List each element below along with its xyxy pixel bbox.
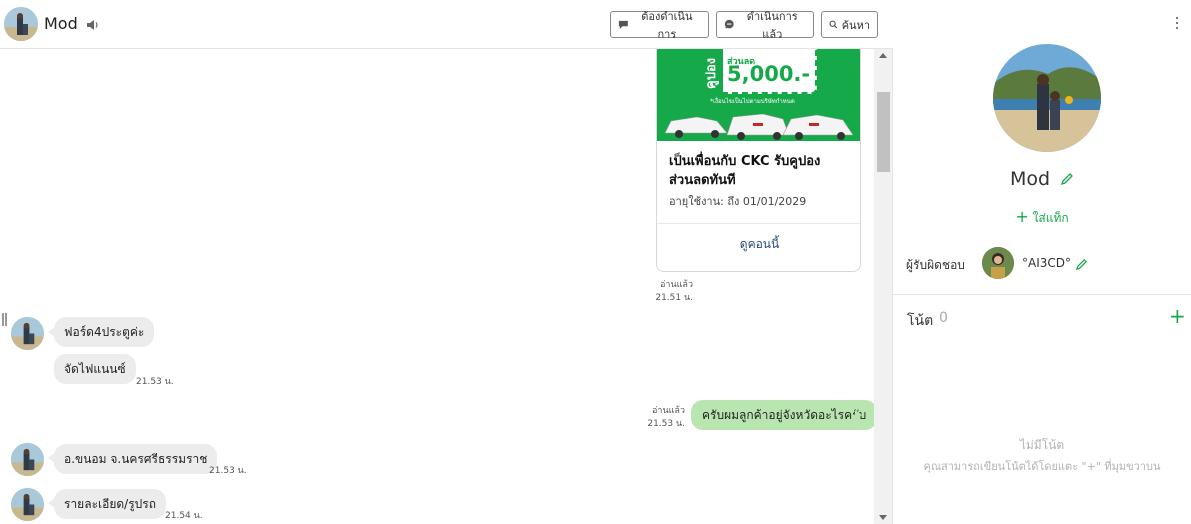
message-time: 21.54 น. (165, 511, 203, 521)
kebab-icon[interactable] (1175, 17, 1179, 31)
cars-illustration (664, 113, 854, 140)
notes-count: 0 (939, 310, 948, 326)
done-button[interactable]: ดำเนินการแล้ว (716, 10, 814, 41)
pencil-icon[interactable] (1060, 169, 1074, 191)
message-bubble-incoming[interactable]: จัดไฟแนนซ์ (54, 354, 136, 384)
coupon-amount: 5,000.- (727, 62, 811, 86)
contact-avatar[interactable] (4, 7, 38, 41)
plus-icon: + (1015, 207, 1029, 226)
add-tag-button[interactable]: + ใส่แท็ก (893, 207, 1191, 228)
message-bubble-outgoing[interactable]: ครับผมลูกค้าอยู่จังหวัดอะไรครับ (691, 400, 874, 430)
chat-app: Mod ต้องดำเนินการ ดำเนินการแล้ว ค้นหา คู… (0, 0, 1191, 524)
message-time: 21.53 น. (136, 377, 174, 387)
todo-button-label: ต้องดำเนินการ (641, 9, 693, 41)
add-note-button[interactable]: + (1169, 306, 1186, 326)
message-time: 21.51 น. (655, 293, 693, 303)
pencil-icon[interactable] (1075, 256, 1088, 275)
contact-avatar[interactable] (11, 317, 44, 350)
read-status: อ่านแล้ว (660, 280, 693, 290)
speaker-icon[interactable] (86, 17, 100, 31)
coupon-image: คูปอง ส่วนลด 5,000.- *เงื่อนไขเป็นไปตามบ… (657, 49, 860, 141)
search-button-label: ค้นหา (841, 18, 870, 32)
card-divider (657, 223, 860, 224)
coupon-title: เป็นเพื่อนกับ CKC รับคูปองส่วนลดทันที (669, 154, 821, 188)
profile-name: Mod (1009, 168, 1051, 190)
scroll-down-arrow[interactable] (879, 515, 887, 520)
coupon-vertical-text: คูปอง (701, 49, 723, 102)
message-time: 21.53 น. (647, 419, 685, 429)
assignee-label: ผู้รับผิดชอบ (906, 258, 965, 272)
coupon-view-link[interactable]: ดูคอนนี้ (657, 235, 860, 254)
chat-header: Mod ต้องดำเนินการ ดำเนินการแล้ว ค้นหา (0, 0, 893, 49)
message-bubble-incoming[interactable]: รายละเอียด/รูปรถ (54, 489, 166, 519)
chat-check-icon (724, 19, 734, 29)
scroll-thumb[interactable] (877, 92, 890, 172)
profile-name-row: Mod (893, 168, 1191, 191)
contact-name: Mod (44, 14, 78, 33)
scroll-up-arrow[interactable] (879, 53, 887, 58)
panel-divider (893, 294, 1191, 295)
bubble-tail (855, 410, 862, 420)
message-bubble-incoming[interactable]: ฟอร์ด4ประตูค่ะ (54, 317, 155, 347)
done-button-label: ดำเนินการแล้ว (746, 9, 798, 41)
contact-avatar[interactable] (11, 443, 44, 476)
coupon-card[interactable]: คูปอง ส่วนลด 5,000.- *เงื่อนไขเป็นไปตามบ… (656, 49, 861, 272)
coupon-expiry: อายุใช้งาน: ถึง 01/01/2029 (669, 195, 807, 208)
message-list[interactable]: คูปอง ส่วนลด 5,000.- *เงื่อนไขเป็นไปตามบ… (0, 49, 874, 524)
add-tag-label: ใส่แท็ก (1032, 211, 1069, 225)
profile-picture[interactable] (993, 44, 1101, 152)
notes-title: โน้ต (907, 313, 934, 329)
assignee-name: °AI3CD° (1022, 256, 1072, 270)
search-button[interactable]: ค้นหา (821, 11, 878, 38)
profile-panel: Mod + ใส่แท็ก ผู้รับผิดชอบ °AI3CD° โน้ต … (893, 0, 1191, 524)
contact-avatar[interactable] (11, 488, 44, 521)
read-status: อ่านแล้ว (652, 406, 685, 416)
chat-bubble-icon (618, 20, 628, 29)
card-meta: อ่านแล้ว 21.51 น. (640, 279, 693, 305)
message-time: 21.53 น. (209, 466, 247, 476)
resize-handle[interactable] (2, 313, 7, 326)
notes-empty-subtitle: คุณสามารถเขียนโน้ตได้โดยแตะ "+" ที่มุมขว… (923, 460, 1161, 473)
out-meta: อ่านแล้ว 21.53 น. (630, 405, 685, 431)
search-icon (829, 20, 838, 29)
assignee-avatar (982, 247, 1014, 279)
message-scrollbar[interactable] (874, 49, 893, 524)
notes-empty-title: ไม่มีโน้ต (1019, 438, 1065, 452)
message-bubble-incoming[interactable]: อ.ขนอม จ.นครศรีธรรมราช (54, 444, 218, 474)
todo-button[interactable]: ต้องดำเนินการ (610, 10, 709, 41)
